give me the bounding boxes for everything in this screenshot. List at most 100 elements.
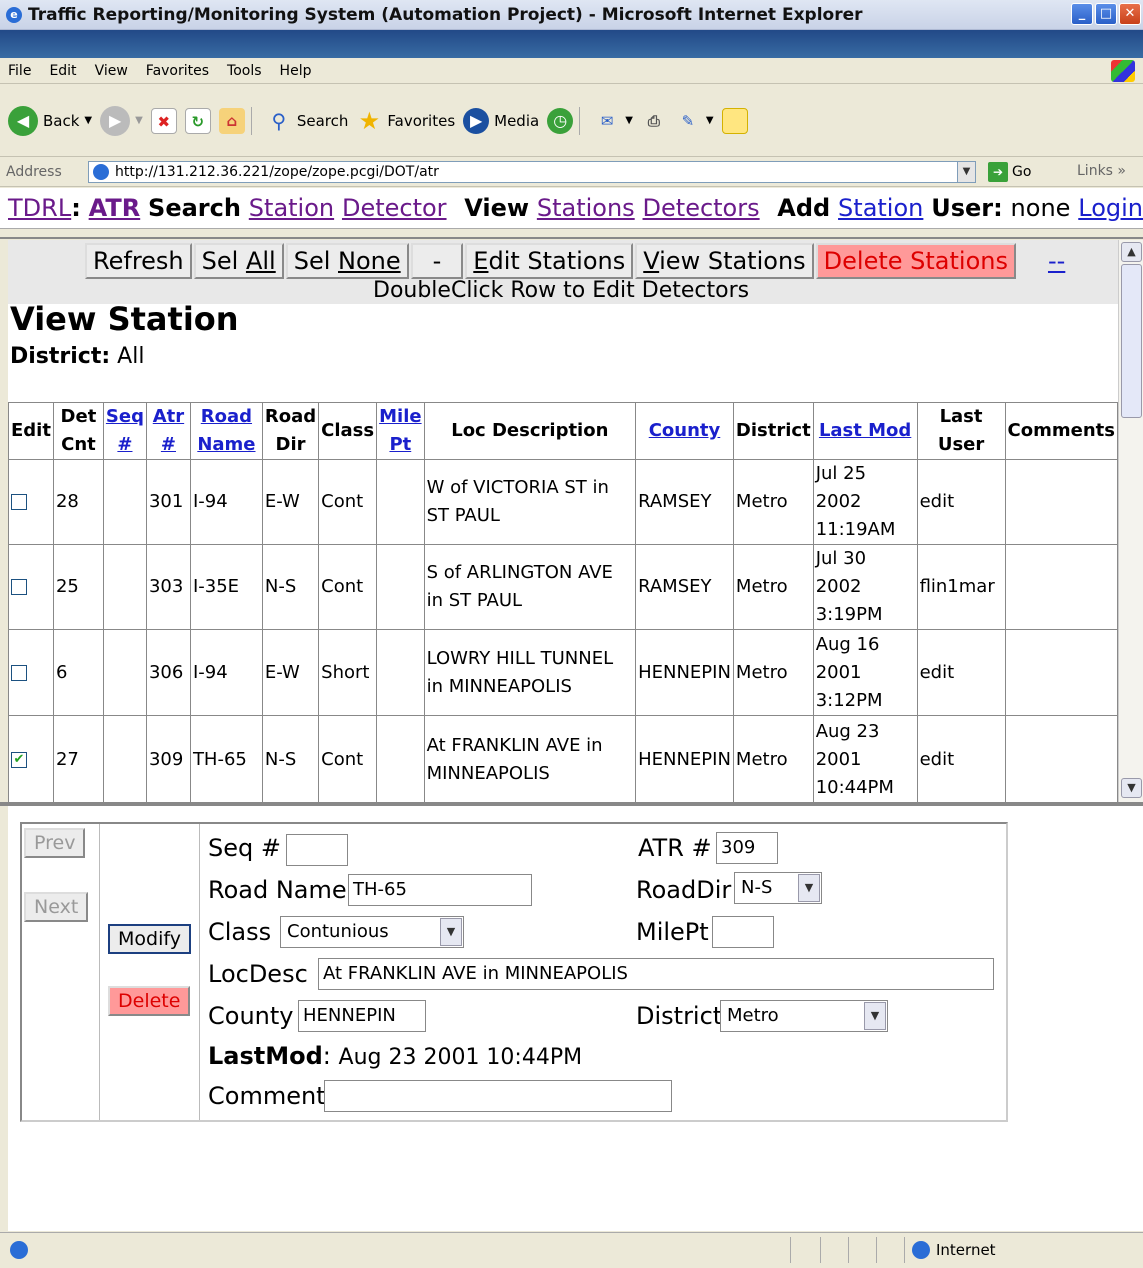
menu-view[interactable]: View xyxy=(95,63,128,79)
scroll-down-icon[interactable]: ▼ xyxy=(1121,778,1142,798)
menu-edit[interactable]: Edit xyxy=(49,63,76,79)
atr-input[interactable]: 309 xyxy=(716,832,778,864)
comment-input[interactable] xyxy=(324,1080,672,1112)
go-button[interactable]: ➔ Go xyxy=(988,162,1031,182)
class-select[interactable]: Contunious ▼ xyxy=(280,916,464,948)
messenger-button[interactable] xyxy=(721,107,748,134)
table-row[interactable]: 6 306 I-94 E-W Short LOWRY HILL TUNNEL in MIN… xyxy=(8,629,1118,716)
road-dir-value: N-S xyxy=(741,877,773,898)
select-none-button[interactable]: Sel None xyxy=(285,243,409,279)
seq-input[interactable] xyxy=(286,834,348,866)
prev-button[interactable]: Prev xyxy=(24,828,86,858)
select-all-button[interactable]: Sel All xyxy=(193,243,284,279)
district-cell: Metro xyxy=(732,715,814,802)
back-button[interactable]: ◀ Back ▼ xyxy=(8,105,92,136)
view-stations-button[interactable]: View Stations xyxy=(635,243,814,279)
mail-button[interactable]: ✉ ▼ xyxy=(594,108,633,134)
login-link[interactable]: Login xyxy=(1078,194,1143,222)
next-button[interactable]: Next xyxy=(24,892,89,922)
refresh-button[interactable]: Refresh xyxy=(85,243,192,279)
comments-cell xyxy=(1004,715,1118,802)
close-icon[interactable]: ✕ xyxy=(1119,3,1141,25)
mail-icon: ✉ xyxy=(600,111,614,130)
col-district: District xyxy=(732,402,814,460)
maximize-icon[interactable]: □ xyxy=(1095,3,1117,25)
forward-button[interactable]: ▶ ▼ xyxy=(100,105,143,136)
forward-dropdown-icon[interactable]: ▼ xyxy=(135,115,143,126)
col-county[interactable]: County xyxy=(635,402,734,460)
select-none-prefix: Sel xyxy=(293,247,338,275)
tdrl-link[interactable]: TDRL xyxy=(8,194,71,222)
row-select-checkbox[interactable] xyxy=(11,494,27,510)
menu-favorites[interactable]: Favorites xyxy=(146,63,209,79)
table-row[interactable]: 25 303 I-35E N-S Cont S of ARLINGTON AVE in S… xyxy=(8,544,1118,630)
road-dir-select[interactable]: N-S ▼ xyxy=(734,872,822,904)
seq-cell xyxy=(102,715,147,802)
address-label: Address xyxy=(6,163,62,180)
view-detectors-link[interactable]: Detectors xyxy=(643,194,760,222)
user-label: User: xyxy=(931,194,1003,222)
mail-dropdown-icon[interactable]: ▼ xyxy=(625,115,633,126)
scroll-thumb[interactable] xyxy=(1121,264,1142,418)
table-row[interactable]: 28 301 I-94 E-W Cont W of VICTORIA ST in ST P… xyxy=(8,459,1118,545)
search-station-link[interactable]: Station xyxy=(249,194,334,222)
edit-stations-button[interactable]: Edit Stations xyxy=(465,243,634,279)
more-link[interactable]: -- xyxy=(1048,247,1065,275)
favorites-button[interactable]: ★ Favorites xyxy=(356,108,456,134)
minimize-icon[interactable]: _ xyxy=(1071,3,1093,25)
district-select[interactable]: Metro ▼ xyxy=(720,1000,888,1032)
home-button[interactable]: ⌂ xyxy=(218,107,245,134)
row-select-checkbox[interactable] xyxy=(11,579,27,595)
page-status-icon xyxy=(10,1241,28,1259)
road-name-input[interactable]: TH-65 xyxy=(348,874,532,906)
atr-link[interactable]: ATR xyxy=(89,194,141,222)
search-detector-link[interactable]: Detector xyxy=(342,194,447,222)
go-arrow-icon: ➔ xyxy=(988,162,1008,182)
menu-tools[interactable]: Tools xyxy=(227,63,262,79)
frame-divider[interactable] xyxy=(0,228,1143,239)
row-select-checkbox[interactable]: ✔ xyxy=(11,751,27,768)
dash-button[interactable]: - xyxy=(410,243,464,279)
print-button[interactable]: ⎙ xyxy=(641,108,667,134)
refresh-button[interactable]: ↻ xyxy=(184,107,211,134)
milept-input[interactable] xyxy=(712,916,774,948)
address-input[interactable]: http://131.212.36.221/zope/zope.pcgi/DOT… xyxy=(88,161,976,183)
history-button[interactable]: ◷ xyxy=(547,107,574,134)
select-all-key: All xyxy=(245,247,276,275)
edit-page-button[interactable]: ✎ ▼ xyxy=(675,108,714,134)
locdesc-label: LocDesc xyxy=(208,960,308,988)
col-seq[interactable]: Seq # xyxy=(102,402,147,460)
table-row[interactable]: ✔ 27 309 TH-65 N-S Cont At FRANKLIN AVE in MIN… xyxy=(8,715,1118,802)
mile-pt-cell xyxy=(376,629,425,716)
modify-button[interactable]: Modify xyxy=(108,924,191,954)
menu-help[interactable]: Help xyxy=(280,63,312,79)
col-mile-pt[interactable]: Mile Pt xyxy=(376,402,425,460)
security-zone: Internet xyxy=(912,1241,996,1259)
locdesc-input[interactable]: At FRANKLIN AVE in MINNEAPOLIS xyxy=(318,958,994,990)
delete-button[interactable]: Delete xyxy=(108,986,191,1016)
delete-stations-button[interactable]: Delete Stations xyxy=(815,243,1016,279)
media-button[interactable]: ▶ Media xyxy=(463,107,539,134)
links-button[interactable]: Links » xyxy=(1077,163,1126,179)
view-stations-link[interactable]: Stations xyxy=(537,194,635,222)
county-cell: RAMSEY xyxy=(635,459,734,545)
col-road-name[interactable]: Road Name xyxy=(189,402,263,460)
col-atr[interactable]: Atr # xyxy=(145,402,191,460)
search-button[interactable]: ⚲ Search xyxy=(266,108,349,134)
stop-button[interactable]: ✖ xyxy=(150,107,177,134)
add-station-link[interactable]: Station xyxy=(838,194,923,222)
district-filter: District: All xyxy=(10,344,144,369)
scroll-up-icon[interactable]: ▲ xyxy=(1121,242,1142,262)
page-title: View Station xyxy=(10,300,239,338)
col-last-mod[interactable]: Last Mod xyxy=(812,402,918,460)
menu-file[interactable]: File xyxy=(8,63,31,79)
station-list-frame: Refresh Sel All Sel None - Edit Stations… xyxy=(8,240,1118,802)
row-select-checkbox[interactable] xyxy=(11,664,27,681)
status-divider xyxy=(876,1237,877,1263)
county-cell: HENNEPIN xyxy=(635,715,734,802)
back-dropdown-icon[interactable]: ▼ xyxy=(84,115,92,126)
upper-scrollbar[interactable]: ▲ ▼ xyxy=(1118,240,1143,802)
address-dropdown-icon[interactable]: ▼ xyxy=(957,162,975,182)
edit-dropdown-icon[interactable]: ▼ xyxy=(706,115,714,126)
county-input[interactable]: HENNEPIN xyxy=(298,1000,426,1032)
